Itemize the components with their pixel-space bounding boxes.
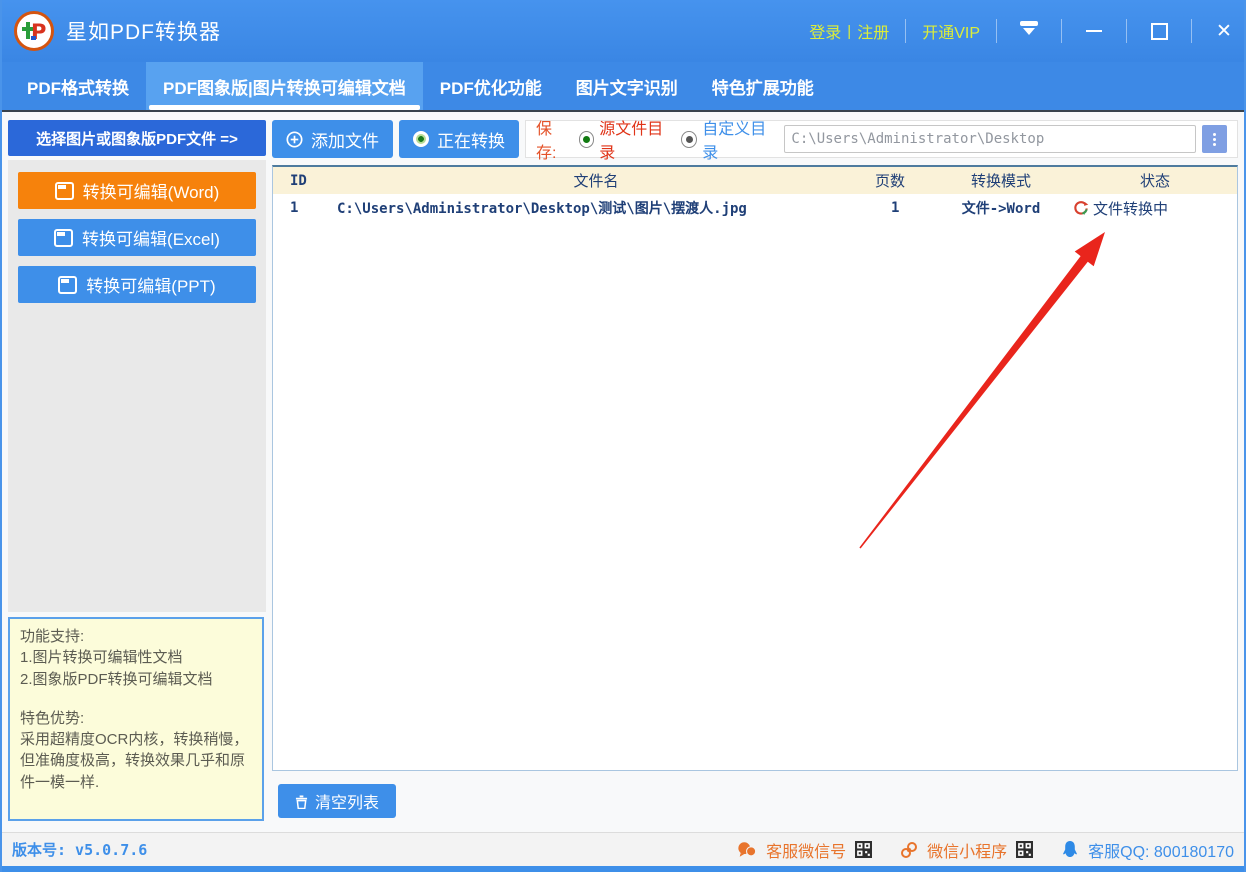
window-left-border xyxy=(0,0,2,872)
info-line: 1.图片转换可编辑性文档 xyxy=(20,649,183,667)
window-bottom-border xyxy=(0,866,1246,872)
table-row[interactable]: 1 C:\Users\Administrator\Desktop\测试\图片\摆… xyxy=(273,194,1237,222)
custom-dir-radio[interactable]: 自定义目录 xyxy=(681,115,775,163)
col-header-id: ID xyxy=(290,172,307,189)
clear-list-button[interactable]: 清空列表 xyxy=(278,784,396,818)
sidebar: 转换可编辑(Word) 转换可编辑(Excel) 转换可编辑(PPT) xyxy=(8,160,266,612)
tab-image-pdf-to-editable[interactable]: PDF图象版|图片转换可编辑文档 xyxy=(146,62,423,110)
source-dir-radio[interactable]: 源文件目录 xyxy=(578,115,673,163)
sidebar-item-label: 转换可编辑(Excel) xyxy=(82,230,220,249)
login-link[interactable]: 登录 xyxy=(803,19,847,43)
clear-list-label: 清空列表 xyxy=(314,795,379,812)
record-dot-icon xyxy=(413,131,429,147)
plus-circle-icon xyxy=(286,130,303,148)
save-options-group: 保存: 源文件目录 自定义目录 xyxy=(525,120,1238,162)
file-list-panel: ID 文件名 页数 转换模式 状态 1 C:\Users\Administrat… xyxy=(272,165,1238,771)
version-label: 版本号: v5.0.7.6 xyxy=(12,841,148,859)
feature-info-panel: 功能支持: 1.图片转换可编辑性文档 2.图象版PDF转换可编辑文档 特色优势:… xyxy=(8,617,264,821)
minimize-icon xyxy=(1086,30,1102,32)
register-link[interactable]: 注册 xyxy=(851,19,895,43)
sidebar-item-label: 转换可编辑(Word) xyxy=(82,183,220,202)
close-button[interactable]: ✕ xyxy=(1202,0,1246,62)
content-area: 选择图片或图象版PDF文件 => 转换可编辑(Word) 转换可编辑(Excel… xyxy=(0,112,1246,832)
titlebar-divider xyxy=(1191,19,1192,43)
trash-icon xyxy=(295,794,308,809)
cell-pages: 1 xyxy=(891,200,900,216)
window-title: 星如PDF转换器 xyxy=(66,21,221,44)
document-icon xyxy=(54,228,74,247)
table-header: ID 文件名 页数 转换模式 状态 xyxy=(273,167,1237,194)
toolbar: 添加文件 正在转换 保存: 源文件目录 自定义目录 xyxy=(272,120,1238,162)
svg-text:P: P xyxy=(31,20,46,44)
titlebar-divider xyxy=(1061,19,1062,43)
radio-icon xyxy=(681,130,698,148)
document-icon xyxy=(54,181,74,200)
qq-service-link[interactable]: 客服QQ: 800180170 xyxy=(1088,838,1234,862)
skin-icon xyxy=(1020,21,1038,26)
custom-dir-label: 自定义目录 xyxy=(702,121,767,162)
sidebar-item-to-word[interactable]: 转换可编辑(Word) xyxy=(18,172,256,209)
converting-button[interactable]: 正在转换 xyxy=(399,120,519,158)
mini-program-link[interactable]: 微信小程序 xyxy=(927,838,1007,862)
vip-button[interactable]: 开通VIP xyxy=(916,19,986,43)
sidebar-item-label: 转换可编辑(PPT) xyxy=(86,277,216,296)
titlebar-divider xyxy=(1126,19,1127,43)
col-header-status: 状态 xyxy=(1139,173,1170,190)
status-text: 文件转换中 xyxy=(1093,200,1169,218)
add-file-button[interactable]: 添加文件 xyxy=(272,120,393,158)
tab-pdf-optimize[interactable]: PDF优化功能 xyxy=(423,62,559,110)
wechat-service-link[interactable]: 客服微信号 xyxy=(766,838,846,862)
browse-folder-button[interactable] xyxy=(1202,125,1227,153)
app-logo-icon: P xyxy=(14,11,54,51)
cell-filename: C:\Users\Administrator\Desktop\测试\图片\摆渡人… xyxy=(337,201,747,217)
statusbar: 版本号: v5.0.7.6 客服微信号 微信小程序 客服QQ: 80018017… xyxy=(0,832,1246,866)
tab-pdf-format-convert[interactable]: PDF格式转换 xyxy=(10,62,146,110)
info-line xyxy=(20,690,252,708)
wechat-icon xyxy=(738,842,757,857)
close-icon: ✕ xyxy=(1216,20,1232,42)
tab-special-features[interactable]: 特色扩展功能 xyxy=(695,62,831,110)
save-label: 保存: xyxy=(536,121,557,162)
titlebar-divider xyxy=(996,19,997,43)
main-tabbar: PDF格式转换 PDF图象版|图片转换可编辑文档 PDF优化功能 图片文字识别 … xyxy=(0,62,1246,112)
tab-image-ocr[interactable]: 图片文字识别 xyxy=(559,62,695,110)
sidebar-item-to-excel[interactable]: 转换可编辑(Excel) xyxy=(18,219,256,256)
cell-mode: 文件->Word xyxy=(961,201,1041,217)
document-icon xyxy=(58,275,78,294)
radio-icon xyxy=(578,130,595,148)
skin-menu-button[interactable] xyxy=(1007,0,1051,62)
select-files-header-button[interactable]: 选择图片或图象版PDF文件 => xyxy=(8,120,266,156)
col-header-mode: 转换模式 xyxy=(970,173,1031,190)
info-line: 2.图象版PDF转换可编辑文档 xyxy=(20,670,213,688)
converting-label: 正在转换 xyxy=(437,131,505,151)
ellipsis-icon xyxy=(1213,132,1217,136)
qq-icon xyxy=(1063,841,1077,857)
qr-code-icon[interactable] xyxy=(855,841,873,858)
titlebar-divider xyxy=(905,19,907,43)
col-header-pages: 页数 xyxy=(875,173,906,190)
qr-code-icon[interactable] xyxy=(1016,841,1034,858)
cell-status: 文件转换中 xyxy=(1069,198,1237,219)
source-dir-label: 源文件目录 xyxy=(599,121,664,162)
minimize-button[interactable] xyxy=(1072,0,1116,62)
maximize-button[interactable] xyxy=(1137,0,1181,62)
link-icon xyxy=(901,841,918,858)
cell-id: 1 xyxy=(290,200,299,216)
sidebar-item-to-ppt[interactable]: 转换可编辑(PPT) xyxy=(18,266,256,303)
spinner-icon xyxy=(1074,201,1089,215)
info-line: 采用超精度OCR内核，转换稍慢，但准确度极高，转换效果几乎和原件一模一样. xyxy=(20,731,249,791)
info-line: 特色优势: xyxy=(20,709,85,727)
output-path-input[interactable] xyxy=(784,125,1197,153)
chevron-down-icon xyxy=(1023,28,1035,41)
info-line: 功能支持: xyxy=(20,628,85,645)
app-window: P 星如PDF转换器 登录 | 注册 开通VIP ✕ PDF格式转换 PDF图象… xyxy=(0,0,1246,872)
add-file-label: 添加文件 xyxy=(311,131,379,151)
titlebar: P 星如PDF转换器 登录 | 注册 开通VIP ✕ xyxy=(0,0,1246,62)
col-header-filename: 文件名 xyxy=(573,173,619,190)
maximize-icon xyxy=(1150,22,1168,40)
